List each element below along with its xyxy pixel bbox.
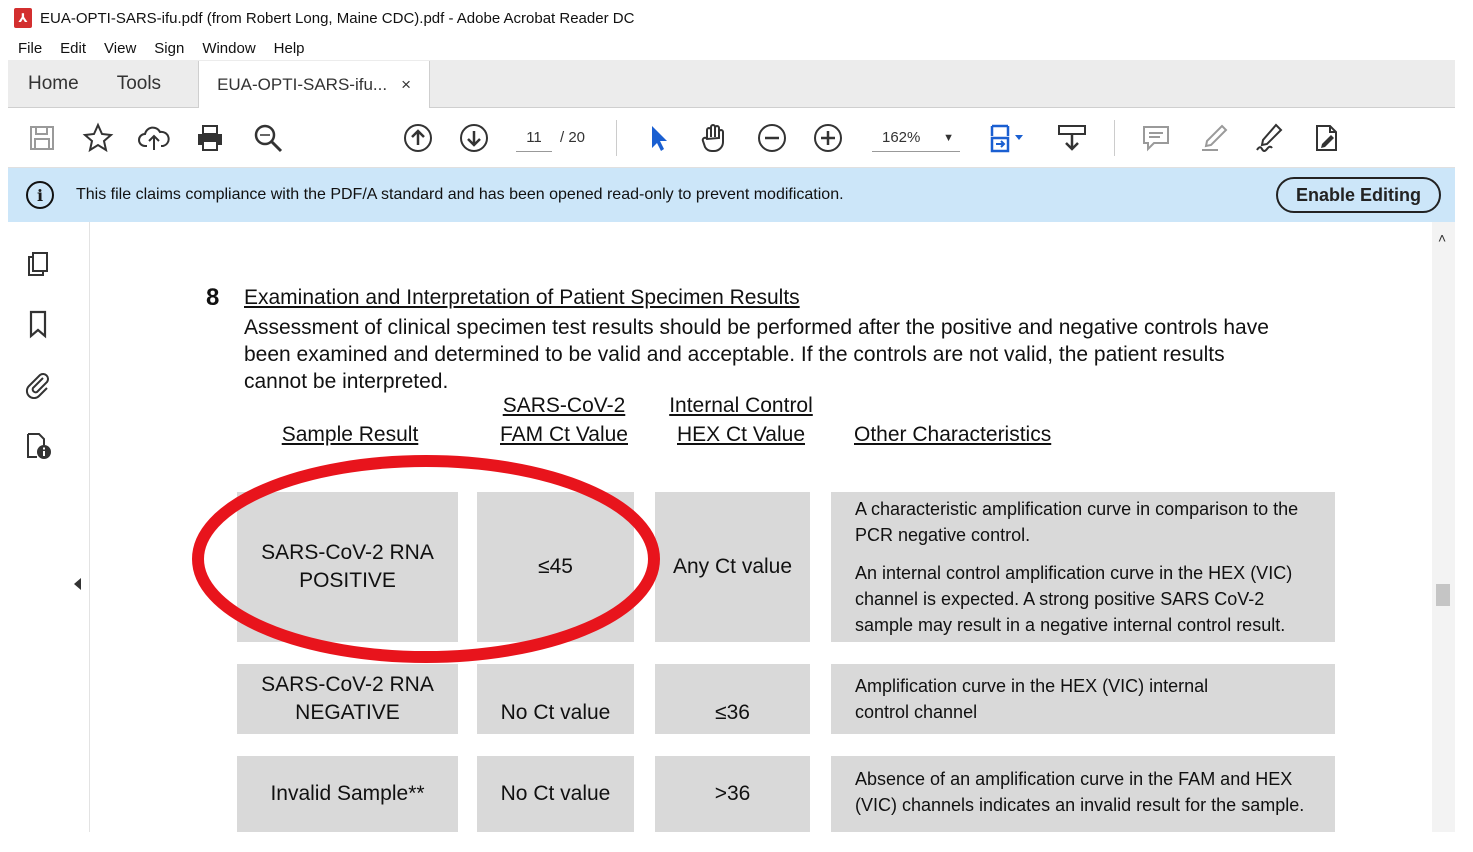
tab-document-label: EUA-OPTI-SARS-ifu...: [217, 74, 388, 94]
zoom-level-select[interactable]: 162% ▼: [872, 124, 960, 152]
toolbar-divider: [616, 120, 617, 156]
header-fam-line1: SARS-CoV-2: [502, 394, 626, 417]
header-hex-line2: HEX Ct Value: [677, 423, 805, 446]
table-cell-hex: >36: [655, 756, 810, 832]
sample-line1: SARS-CoV-2 RNA: [261, 673, 434, 696]
toolbar-divider: [1114, 120, 1115, 156]
table-cell-sample: SARS-CoV-2 RNA POSITIVE: [237, 492, 458, 642]
sample-line2: POSITIVE: [299, 569, 396, 592]
info-icon: i: [26, 181, 54, 209]
print-icon[interactable]: [192, 120, 228, 156]
enable-editing-button[interactable]: Enable Editing: [1275, 177, 1441, 213]
document-view: 8 Examination and Interpretation of Pati…: [90, 222, 1432, 832]
left-navigation-rail: [8, 222, 90, 832]
hand-tool-icon[interactable]: [696, 120, 732, 156]
page-thumbnails-icon[interactable]: [22, 248, 54, 280]
scroll-mode-icon[interactable]: [1054, 120, 1090, 156]
pdf-app-icon: ⅄: [14, 8, 32, 28]
bookmark-icon[interactable]: [22, 308, 54, 340]
header-fam-line2: FAM Ct Value: [500, 423, 628, 446]
sample-line2: NEGATIVE: [295, 701, 400, 724]
tab-home[interactable]: Home: [8, 60, 99, 107]
cloud-upload-icon[interactable]: [136, 120, 172, 156]
table-cell-hex: ≤36: [655, 664, 810, 734]
menu-sign[interactable]: Sign: [154, 40, 184, 57]
zoom-in-icon[interactable]: [810, 120, 846, 156]
page-number-input[interactable]: 11: [516, 124, 552, 152]
page-down-icon[interactable]: [456, 120, 492, 156]
desc-line: Amplification curve in the HEX (VIC) int…: [855, 676, 1209, 722]
vertical-scrollbar[interactable]: ˄: [1432, 222, 1455, 832]
search-icon[interactable]: [250, 120, 286, 156]
attachment-icon[interactable]: [22, 368, 54, 400]
header-sample-result: Sample Result: [281, 423, 419, 446]
comment-icon[interactable]: [1138, 120, 1174, 156]
window-title: EUA-OPTI-SARS-ifu.pdf (from Robert Long,…: [40, 9, 635, 27]
pdfa-info-bar: i This file claims compliance with the P…: [8, 168, 1455, 222]
menu-edit[interactable]: Edit: [60, 40, 86, 57]
desc-line: Absence of an amplification curve in the…: [855, 769, 1305, 815]
section-number: 8: [206, 284, 220, 311]
zoom-out-icon[interactable]: [754, 120, 790, 156]
table-cell-other: Absence of an amplification curve in the…: [831, 756, 1335, 832]
menu-view[interactable]: View: [104, 40, 136, 57]
tab-bar: Home Tools EUA-OPTI-SARS-ifu... ×: [8, 60, 1455, 108]
toolbar: 11 / 20 162% ▼: [8, 108, 1455, 168]
section-title: Examination and Interpretation of Patien…: [244, 286, 800, 309]
menu-window[interactable]: Window: [202, 40, 255, 57]
header-other: Other Characteristics: [854, 423, 1052, 446]
highlight-pen-icon[interactable]: [1196, 120, 1232, 156]
collapse-panel-icon[interactable]: [74, 578, 81, 590]
menu-help[interactable]: Help: [274, 40, 305, 57]
sign-icon[interactable]: [1252, 120, 1288, 156]
scrollbar-thumb[interactable]: [1436, 584, 1450, 606]
tab-document[interactable]: EUA-OPTI-SARS-ifu... ×: [198, 61, 431, 108]
close-tab-icon[interactable]: ×: [401, 75, 411, 95]
menu-file[interactable]: File: [18, 40, 42, 57]
table-cell-sample: Invalid Sample**: [237, 756, 458, 832]
table-cell-fam: No Ct value: [477, 756, 634, 832]
tab-tools[interactable]: Tools: [99, 60, 181, 107]
scroll-up-icon[interactable]: ˄: [1438, 230, 1446, 246]
table-cell-hex: Any Ct value: [655, 492, 810, 642]
star-icon[interactable]: [80, 120, 116, 156]
header-hex-line1: Internal Control: [669, 394, 813, 417]
document-info-icon[interactable]: [22, 430, 54, 462]
table-cell-sample: SARS-CoV-2 RNA NEGATIVE: [237, 664, 458, 734]
page-fit-icon[interactable]: [986, 120, 1034, 156]
select-pointer-icon[interactable]: [640, 120, 676, 156]
table-cell-fam: No Ct value: [477, 664, 634, 734]
save-icon[interactable]: [24, 120, 60, 156]
menu-bar: File Edit View Sign Window Help: [8, 36, 1455, 60]
page-up-icon[interactable]: [400, 120, 436, 156]
table-cell-other: A characteristic amplification curve in …: [831, 492, 1335, 642]
pdfa-message: This file claims compliance with the PDF…: [76, 186, 844, 203]
section-paragraph: Assessment of clinical specimen test res…: [244, 316, 1269, 393]
acrobat-window: ⅄ EUA-OPTI-SARS-ifu.pdf (from Robert Lon…: [8, 0, 1455, 832]
sample-line1: SARS-CoV-2 RNA: [261, 541, 434, 564]
desc-line: An internal control amplification curve …: [855, 563, 1293, 635]
chevron-down-icon: ▼: [943, 132, 954, 144]
desc-line: A characteristic amplification curve in …: [855, 499, 1299, 545]
table-cell-fam: ≤45: [477, 492, 634, 642]
page-total: / 20: [560, 129, 586, 146]
table-cell-other: Amplification curve in the HEX (VIC) int…: [831, 664, 1335, 734]
zoom-level-value: 162%: [882, 129, 921, 146]
edit-pdf-icon[interactable]: [1308, 120, 1344, 156]
title-bar: ⅄ EUA-OPTI-SARS-ifu.pdf (from Robert Lon…: [8, 0, 1455, 36]
